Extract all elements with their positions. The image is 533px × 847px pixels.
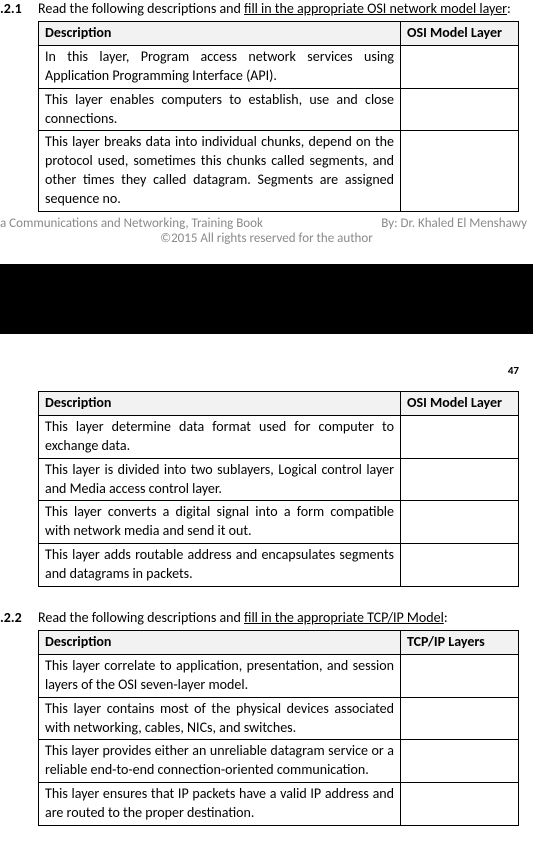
table-row: This layer provides either an unreliable…	[39, 740, 519, 783]
answer-cell[interactable]	[401, 740, 519, 783]
osi-table-part1: Description OSI Model Layer In this laye…	[38, 21, 519, 212]
answer-cell[interactable]	[401, 458, 519, 501]
section-2-heading: .2.2 Read the following descriptions and…	[0, 609, 523, 626]
desc-cell: This layer determine data format used fo…	[39, 415, 401, 458]
footer-title: a Communications and Networking, Trainin…	[0, 216, 263, 231]
desc-cell: This layer converts a digital signal int…	[39, 501, 401, 544]
table-row: This layer ensures that IP packets have …	[39, 783, 519, 826]
answer-cell[interactable]	[401, 501, 519, 544]
footer-author: By: Dr. Khaled El Menshawy	[381, 216, 527, 231]
desc-cell: This layer enables computers to establis…	[39, 88, 401, 131]
section-2-pre: Read the following descriptions and	[38, 609, 244, 626]
section-1-pre: Read the following descriptions and	[38, 0, 244, 17]
table-header-row: Description TCP/IP Layers	[39, 631, 519, 655]
header-tcpip-layer: TCP/IP Layers	[401, 631, 519, 655]
answer-cell[interactable]	[401, 654, 519, 697]
section-1-text: Read the following descriptions and fill…	[38, 0, 523, 17]
desc-cell: This layer ensures that IP packets have …	[39, 783, 401, 826]
table-row: This layer is divided into two sublayers…	[39, 458, 519, 501]
table-row: This layer determine data format used fo…	[39, 415, 519, 458]
page-footer: a Communications and Networking, Trainin…	[0, 216, 533, 246]
header-description: Description	[39, 631, 401, 655]
section-2-post: :	[444, 609, 448, 626]
section-1-post: :	[507, 0, 511, 17]
answer-cell[interactable]	[401, 45, 519, 88]
section-1-heading: .2.1 Read the following descriptions and…	[0, 0, 523, 17]
table-row: This layer breaks data into individual c…	[39, 131, 519, 212]
answer-cell[interactable]	[401, 415, 519, 458]
header-osi-layer: OSI Model Layer	[401, 22, 519, 46]
header-description: Description	[39, 22, 401, 46]
osi-table-part2: Description OSI Model Layer This layer d…	[38, 391, 519, 587]
answer-cell[interactable]	[401, 697, 519, 740]
footer-copyright: ©2015 All rights reserved for the author	[0, 231, 533, 246]
answer-cell[interactable]	[401, 88, 519, 131]
table-row: This layer contains most of the physical…	[39, 697, 519, 740]
answer-cell[interactable]	[401, 783, 519, 826]
header-osi-layer: OSI Model Layer	[401, 392, 519, 416]
desc-cell: This layer contains most of the physical…	[39, 697, 401, 740]
page-divider-bar	[0, 264, 533, 334]
desc-cell: This layer breaks data into individual c…	[39, 131, 401, 212]
table-row: This layer adds routable address and enc…	[39, 544, 519, 587]
table-header-row: Description OSI Model Layer	[39, 392, 519, 416]
page-number: 47	[0, 364, 533, 377]
table-header-row: Description OSI Model Layer	[39, 22, 519, 46]
table-row: This layer enables computers to establis…	[39, 88, 519, 131]
section-2-number: .2.2	[0, 609, 38, 626]
answer-cell[interactable]	[401, 544, 519, 587]
section-1-number: .2.1	[0, 0, 38, 17]
section-2-text: Read the following descriptions and fill…	[38, 609, 523, 626]
answer-cell[interactable]	[401, 131, 519, 212]
header-description: Description	[39, 392, 401, 416]
section-1-underlined: fill in the appropriate OSI network mode…	[244, 0, 507, 17]
section-2-underlined: fill in the appropriate TCP/IP Model	[244, 609, 444, 626]
desc-cell: This layer correlate to application, pre…	[39, 654, 401, 697]
tcpip-table: Description TCP/IP Layers This layer cor…	[38, 630, 519, 826]
desc-cell: This layer adds routable address and enc…	[39, 544, 401, 587]
table-row: This layer correlate to application, pre…	[39, 654, 519, 697]
desc-cell: This layer is divided into two sublayers…	[39, 458, 401, 501]
desc-cell: In this layer, Program access network se…	[39, 45, 401, 88]
table-row: This layer converts a digital signal int…	[39, 501, 519, 544]
desc-cell: This layer provides either an unreliable…	[39, 740, 401, 783]
table-row: In this layer, Program access network se…	[39, 45, 519, 88]
